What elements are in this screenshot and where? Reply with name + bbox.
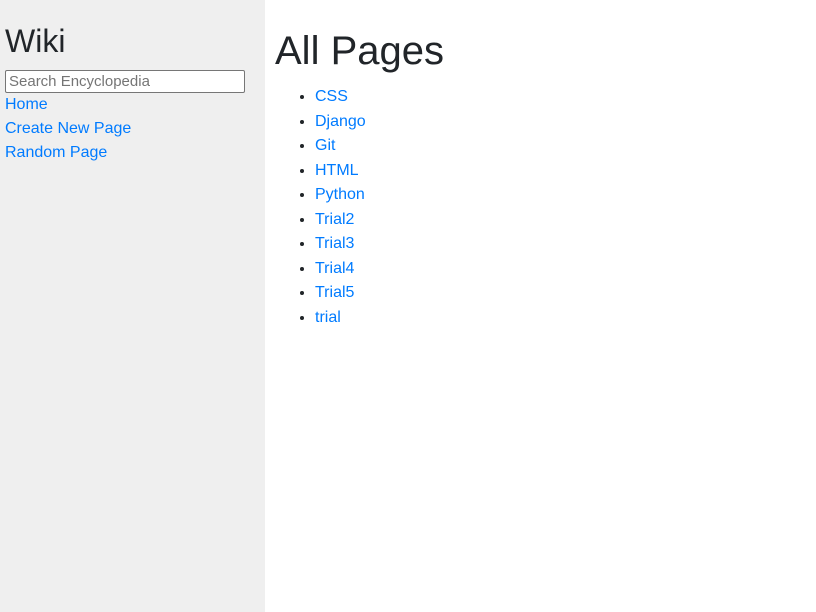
entry-link-css[interactable]: CSS [315,88,348,105]
sidebar: Wiki Home Create New Page Random Page [0,0,265,612]
entry-link-trial4[interactable]: Trial4 [315,260,354,277]
sidebar-nav: Home Create New Page Random Page [5,93,265,165]
entry-link-trial[interactable]: trial [315,309,341,326]
entry-link-trial2[interactable]: Trial2 [315,211,354,228]
sidebar-link-random-page[interactable]: Random Page [5,141,265,165]
list-item: Trial4 [315,257,816,282]
list-item: Python [315,183,816,208]
entry-list: CSS Django Git HTML Python Trial2 Trial3… [275,85,816,330]
page-title: All Pages [275,29,444,73]
entry-link-git[interactable]: Git [315,137,335,154]
list-item: Django [315,110,816,135]
sidebar-link-create-new-page[interactable]: Create New Page [5,117,265,141]
entry-link-trial5[interactable]: Trial5 [315,284,354,301]
site-brand: Wiki [5,23,66,59]
list-item: HTML [315,159,816,184]
entry-link-html[interactable]: HTML [315,162,359,179]
entry-link-django[interactable]: Django [315,113,366,130]
list-item: Trial2 [315,208,816,233]
entry-link-python[interactable]: Python [315,186,365,203]
list-item: Trial5 [315,281,816,306]
list-item: CSS [315,85,816,110]
list-item: Trial3 [315,232,816,257]
search-form [5,70,265,93]
list-item: trial [315,306,816,331]
main-content: All Pages CSS Django Git HTML Python Tri… [265,0,816,612]
entry-link-trial3[interactable]: Trial3 [315,235,354,252]
search-input[interactable] [5,70,245,93]
sidebar-link-home[interactable]: Home [5,93,265,117]
list-item: Git [315,134,816,159]
